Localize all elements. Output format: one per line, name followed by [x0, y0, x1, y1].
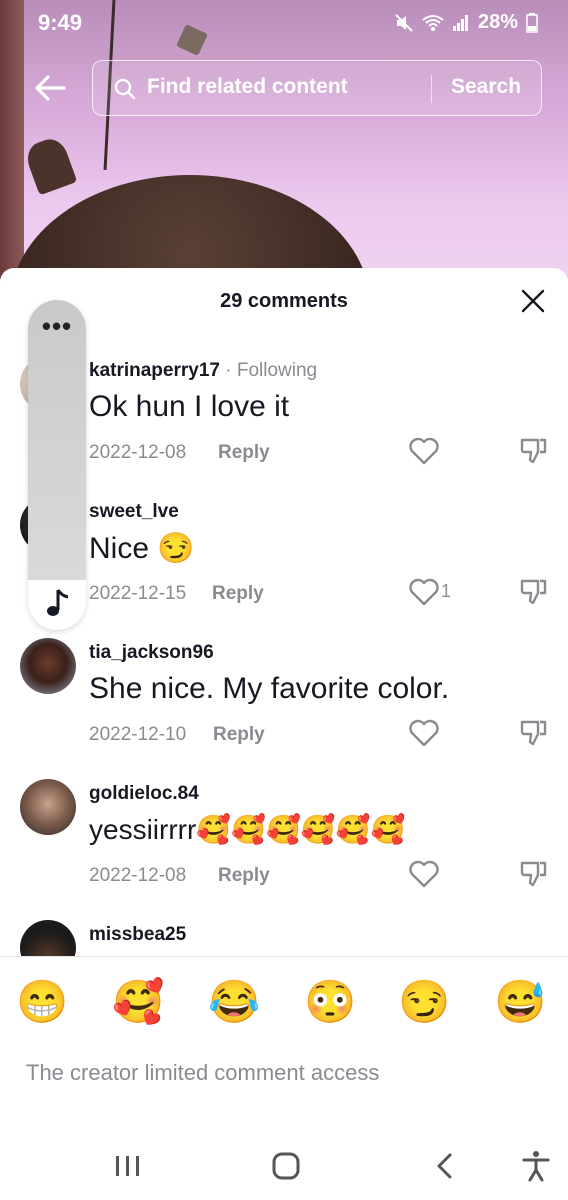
emoji-sweat-smile[interactable]: 😅 [494, 977, 546, 1027]
dislike-icon[interactable] [518, 859, 548, 889]
heart-icon[interactable] [408, 577, 440, 607]
reply-button[interactable]: Reply [213, 724, 265, 746]
comment-text: She nice. My favorite color. [89, 672, 450, 705]
mute-icon [395, 13, 413, 32]
limited-comment-notice: The creator limited comment access [26, 1060, 380, 1085]
comment-text: Ok hun I love it [89, 390, 290, 423]
emoji-flushed[interactable]: 😳 [304, 977, 356, 1027]
comment-username[interactable]: goldieloc.84 [89, 783, 199, 805]
home-icon[interactable] [268, 1150, 304, 1182]
emoji-smirk[interactable]: 😏 [398, 977, 450, 1027]
close-icon[interactable] [520, 288, 546, 314]
following-label: Following [236, 360, 318, 381]
battery-percent: 28% [477, 11, 518, 33]
reply-button[interactable]: Reply [218, 865, 270, 887]
reply-button[interactable]: Reply [218, 442, 270, 464]
like-count: 1 [441, 581, 452, 601]
comments-count: 29 comments [220, 290, 348, 312]
dislike-icon[interactable] [518, 718, 548, 748]
dislike-icon[interactable] [518, 577, 548, 607]
comment-item: goldieloc.84 yessiirrrr🥰🥰🥰🥰🥰🥰 2022-12-08… [0, 779, 568, 919]
comment-date: 2022-12-15 [89, 583, 187, 604]
music-note-icon [47, 589, 69, 616]
battery-icon [526, 12, 538, 33]
search-button[interactable]: Search [451, 75, 521, 99]
back-arrow-icon[interactable] [30, 68, 70, 108]
search-divider [431, 75, 432, 103]
reply-button[interactable]: Reply [212, 583, 264, 605]
comment-username[interactable]: missbea25 [89, 924, 186, 946]
username-text[interactable]: katrinaperry17 [89, 360, 220, 381]
emoji-laugh[interactable]: 😂 [208, 977, 260, 1027]
more-options-icon[interactable]: ••• [28, 313, 86, 339]
status-time: 9:49 [38, 10, 83, 35]
search-icon [114, 78, 136, 100]
comment-date: 2022-12-10 [89, 724, 187, 745]
system-nav-bar [0, 1130, 568, 1200]
comment-date: 2022-12-08 [89, 442, 187, 463]
heart-icon[interactable] [408, 718, 440, 748]
background-hair-lock [22, 134, 78, 196]
comment-date: 2022-12-08 [89, 865, 187, 886]
emoji-grin[interactable]: 😁 [16, 977, 68, 1027]
avatar[interactable] [20, 920, 76, 956]
comment-text: yessiirrrr🥰🥰🥰🥰🥰🥰 [89, 814, 406, 845]
avatar[interactable] [20, 638, 76, 694]
search-bar[interactable]: Find related content Search [92, 60, 542, 116]
accessibility-icon[interactable] [518, 1150, 554, 1182]
comment-item: missbea25 [0, 920, 568, 956]
recent-apps-icon[interactable] [110, 1150, 146, 1182]
avatar[interactable] [20, 779, 76, 835]
comment-username[interactable]: sweet_lve [89, 501, 179, 523]
heart-icon[interactable] [408, 859, 440, 889]
floating-side-bar[interactable]: ••• [28, 300, 86, 630]
comment-username[interactable]: tia_jackson96 [89, 642, 214, 664]
comment-username[interactable]: katrinaperry17 · Following [89, 360, 317, 382]
back-icon[interactable] [428, 1150, 464, 1182]
search-input[interactable]: Find related content [147, 75, 348, 99]
signal-icon [452, 14, 468, 31]
comment-text: Nice 😏 [89, 532, 195, 565]
wifi-icon [422, 14, 444, 31]
status-icons: 28% [394, 11, 538, 34]
emoji-quick-bar: 😁 🥰 😂 😳 😏 😅 [0, 956, 568, 1046]
heart-icon[interactable] [408, 436, 440, 466]
following-separator: · [219, 360, 237, 381]
dislike-icon[interactable] [518, 436, 548, 466]
emoji-hearts[interactable]: 🥰 [112, 977, 164, 1027]
comment-item: tia_jackson96 She nice. My favorite colo… [0, 638, 568, 778]
status-bar: 9:49 28% [0, 0, 568, 46]
